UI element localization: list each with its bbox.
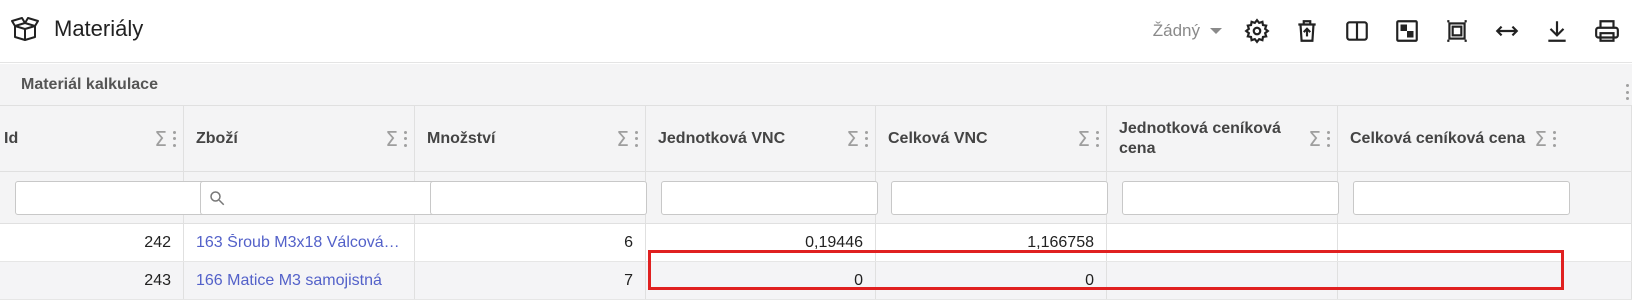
filter-cell-jednotkova-cenikova (1107, 172, 1339, 223)
column-menu-icon[interactable] (173, 130, 177, 147)
cell-zbozi: 166 Matice M3 samojistná (184, 262, 415, 299)
column-label: Jednotková ceníková cena (1119, 119, 1281, 157)
sum-icon[interactable]: Σ (616, 127, 629, 151)
view-select-dropdown[interactable]: Žádný (1153, 21, 1222, 41)
cell-zbozi: 163 Šroub M3x18 Válcová hlava (184, 224, 415, 261)
column-menu-icon[interactable] (404, 130, 408, 147)
settings-button[interactable] (1232, 0, 1282, 62)
layout-button[interactable] (1382, 0, 1432, 62)
column-menu-icon[interactable] (1327, 130, 1331, 147)
column-header-mnozstvi[interactable]: Množství Σ (415, 106, 646, 171)
column-label: Celková ceníková cena (1350, 129, 1526, 147)
filter-input-celkova-vnc[interactable] (891, 180, 1108, 215)
sum-icon[interactable]: Σ (1077, 127, 1090, 151)
column-menu-icon[interactable] (865, 130, 869, 147)
fit-screen-button[interactable] (1432, 0, 1482, 62)
sum-icon[interactable]: Σ (385, 127, 398, 151)
cell-jednotkova-cenikova (1107, 224, 1338, 261)
grid-header-row: Id Σ Zboží Σ Množství Σ Jednotková VNC Σ… (0, 106, 1632, 172)
filter-cell-mnozstvi (415, 172, 647, 223)
split-view-icon (1346, 21, 1368, 41)
column-header-zbozi[interactable]: Zboží Σ (184, 106, 415, 171)
cell-id: 242 (0, 224, 184, 261)
cell-mnozstvi: 6 (415, 224, 646, 261)
cell-mnozstvi: 7 (415, 262, 646, 299)
cell-id: 243 (0, 262, 184, 299)
cell-celkova-cenikova (1338, 224, 1632, 261)
print-icon (1595, 20, 1619, 42)
column-header-id[interactable]: Id Σ (0, 106, 184, 171)
section-label: Materiál kalkulace (21, 76, 158, 93)
filter-cell-celkova-vnc (876, 172, 1108, 223)
cell-celkova-vnc: 0 (876, 262, 1107, 299)
column-menu-icon[interactable] (1553, 130, 1557, 147)
app-header: Materiály Žádný (0, 0, 1632, 63)
toolbar: Žádný (1153, 0, 1632, 62)
package-icon (11, 17, 39, 41)
page-title: Materiály (54, 16, 144, 41)
zbozi-link[interactable]: 166 Matice M3 samojistná (184, 272, 382, 290)
expand-width-icon (1495, 25, 1519, 37)
column-header-celkova-vnc[interactable]: Celková VNC Σ (876, 106, 1107, 171)
filter-cell-id (0, 172, 232, 223)
section-menu-icon[interactable] (1626, 84, 1630, 100)
sum-icon[interactable]: Σ (154, 127, 167, 151)
filter-input-jednotkova-vnc[interactable] (661, 180, 878, 215)
print-button[interactable] (1582, 0, 1632, 62)
filter-cell-jednotkova-vnc (646, 172, 878, 223)
filter-cell-celkova-cenikova (1338, 172, 1632, 223)
column-menu-icon[interactable] (635, 130, 639, 147)
grid-filter-row (0, 172, 1632, 224)
column-header-jednotkova-vnc[interactable]: Jednotková VNC Σ (646, 106, 876, 171)
column-label: Id (4, 129, 19, 147)
column-label: Množství (427, 129, 496, 147)
column-header-celkova-cenikova[interactable]: Celková ceníková cena Σ (1338, 106, 1632, 171)
download-button[interactable] (1532, 0, 1582, 62)
zbozi-link[interactable]: 163 Šroub M3x18 Válcová hlava (184, 234, 414, 252)
cell-jednotkova-vnc: 0,19446 (646, 224, 876, 261)
table-row[interactable]: 243 166 Matice M3 samojistná 7 0 0 (0, 262, 1632, 300)
delete-button[interactable] (1282, 0, 1332, 62)
filter-input-celkova-cenikova[interactable] (1353, 180, 1570, 215)
layout-icon (1396, 20, 1418, 42)
column-menu-icon[interactable] (1096, 130, 1100, 147)
chevron-down-icon (1210, 28, 1222, 34)
sum-icon[interactable]: Σ (1308, 127, 1321, 151)
sum-icon[interactable]: Σ (1534, 127, 1547, 151)
column-label: Jednotková VNC (658, 129, 786, 147)
gear-icon (1244, 18, 1270, 44)
section-header: Materiál kalkulace (0, 64, 1632, 106)
search-wrapper (200, 180, 439, 215)
delete-upload-icon (1298, 20, 1316, 42)
table-row[interactable]: 242 163 Šroub M3x18 Válcová hlava 6 0,19… (0, 224, 1632, 262)
search-icon (210, 190, 225, 205)
column-label: Celková VNC (888, 129, 988, 147)
cell-celkova-cenikova (1338, 262, 1632, 299)
column-label: Zboží (196, 129, 238, 147)
cell-celkova-vnc: 1,166758 (876, 224, 1107, 261)
fit-screen-icon (1447, 20, 1467, 42)
filter-input-jednotkova-cenikova[interactable] (1122, 180, 1339, 215)
filter-input-zbozi[interactable] (200, 180, 439, 215)
split-view-button[interactable] (1332, 0, 1382, 62)
download-icon (1548, 21, 1566, 42)
filter-cell-zbozi (184, 172, 439, 223)
filter-input-mnozstvi[interactable] (430, 180, 647, 215)
view-select-value: Žádný (1152, 21, 1200, 40)
materials-grid: Id Σ Zboží Σ Množství Σ Jednotková VNC Σ… (0, 106, 1632, 300)
expand-width-button[interactable] (1482, 0, 1532, 62)
cell-jednotkova-cenikova (1107, 262, 1338, 299)
cell-jednotkova-vnc: 0 (646, 262, 876, 299)
column-header-jednotkova-cenikova[interactable]: Jednotková ceníková cena Σ (1107, 106, 1338, 171)
sum-icon[interactable]: Σ (846, 127, 859, 151)
